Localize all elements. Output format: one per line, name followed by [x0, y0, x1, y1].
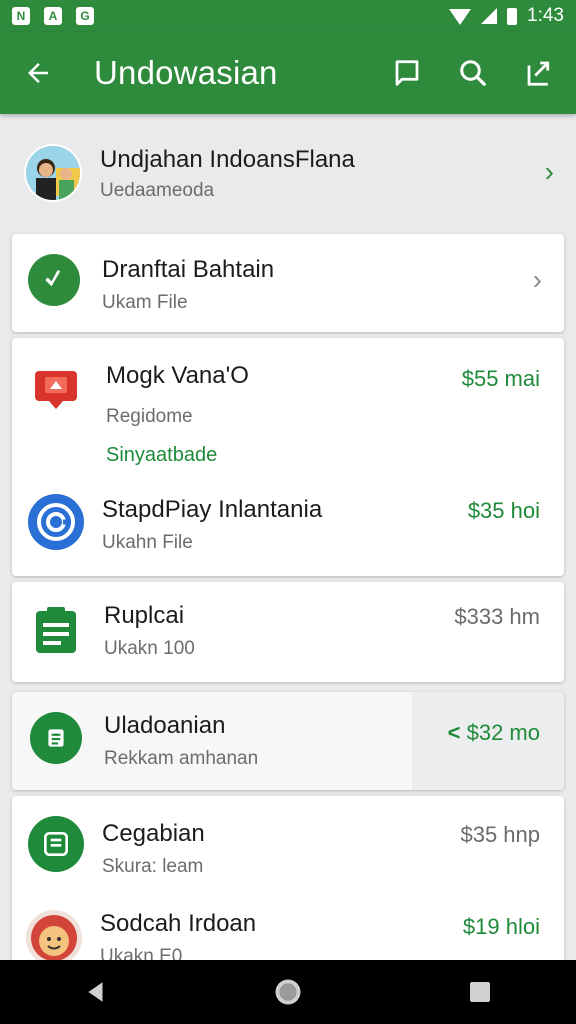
item-price-group: < $32 mo [448, 720, 540, 746]
notes-icon [28, 816, 84, 872]
featured-title: Undjahan IndoansFlana [100, 146, 355, 173]
avatar-face-icon [26, 910, 82, 966]
item-title: Mogk Vana'O [106, 362, 249, 389]
list-card: Cegabian Skura: leam $35 hnp Sodcah Irdo… [12, 796, 564, 976]
list-card[interactable]: Dranftai Bahtain Ukam File › [12, 234, 564, 332]
list-item[interactable]: StapdPiay Inlantania Ukahn File $35 hoi [12, 494, 564, 554]
list-card-selected[interactable]: Uladoanian Rekkam amhanan < $32 mo [12, 692, 564, 790]
back-triangle-icon [88, 982, 103, 1002]
item-price: $19 hloi [462, 914, 540, 939]
chat-button[interactable] [388, 54, 426, 92]
item-title: Dranftai Bahtain [102, 256, 275, 283]
clock: 1:43 [527, 5, 564, 26]
system-nav-bar [0, 960, 576, 1024]
list-item[interactable]: Mogk Vana'O Regidome Sinyaatbade $55 mai [12, 360, 564, 467]
item-price: $55 mai [461, 366, 540, 391]
search-button[interactable] [454, 54, 492, 92]
chat-icon [395, 60, 419, 86]
notification-a-icon: A [44, 7, 62, 25]
download-icon [28, 254, 80, 306]
chevron-right-icon: › [544, 156, 554, 187]
share-button[interactable] [520, 54, 558, 92]
featured-row[interactable]: Undjahan IndoansFlana Uedaameoda › [0, 118, 576, 228]
item-subtitle: Rekkam amhanan [104, 748, 259, 769]
item-subtitle: Skura: leam [102, 856, 204, 877]
system-indicators: 1:43 [449, 5, 564, 27]
item-subtitle: Ukakn 100 [104, 638, 195, 659]
play-store-icon [28, 494, 84, 550]
search-icon [460, 60, 486, 86]
list-item[interactable]: Cegabian Skura: leam $35 hnp [12, 816, 564, 878]
item-subtitle: Ukahn File [102, 532, 193, 553]
app-bar: Undowasian [0, 32, 576, 114]
home-circle-icon [275, 979, 301, 1005]
app-bar-actions [388, 54, 558, 92]
recents-square-icon [470, 982, 490, 1002]
item-price: $35 hnp [460, 822, 540, 847]
status-bar: N A G 1:43 [0, 0, 576, 32]
nav-back-button[interactable] [72, 968, 120, 1016]
battery-icon [507, 7, 518, 25]
item-title: StapdPiay Inlantania [102, 496, 323, 523]
item-title: Uladoanian [104, 712, 226, 739]
item-link[interactable]: Sinyaatbade [106, 444, 249, 467]
back-button[interactable] [18, 53, 58, 93]
item-subtitle: Ukam File [102, 292, 188, 313]
nav-recents-button[interactable] [456, 968, 504, 1016]
item-title: Ruplcai [104, 602, 185, 629]
list-item[interactable]: Uladoanian Rekkam amhanan < $32 mo [12, 712, 564, 770]
clipboard-icon [30, 602, 82, 658]
signal-icon [481, 8, 498, 24]
item-price: $32 mo [466, 720, 540, 745]
notification-n-icon: N [12, 7, 30, 25]
media-icon [28, 360, 84, 416]
item-subtitle: Regidome [106, 406, 193, 427]
chevron-left-icon: < [447, 720, 461, 745]
nav-home-button[interactable] [264, 968, 312, 1016]
wifi-icon [449, 9, 472, 25]
item-price: $35 hoi [467, 498, 540, 523]
list-card[interactable]: Ruplcai Ukakn 100 $333 hm [12, 582, 564, 682]
profile-avatar [24, 144, 82, 202]
document-icon [30, 712, 82, 764]
notification-g-icon: G [76, 7, 94, 25]
item-title: Cegabian [102, 820, 205, 847]
page-title: Undowasian [94, 54, 278, 91]
notification-icons: N A G [12, 7, 94, 25]
item-price: $333 hm [454, 604, 540, 629]
list-item[interactable]: Dranftai Bahtain Ukam File › [12, 254, 564, 314]
chevron-right-icon: › [532, 264, 542, 295]
share-icon [527, 61, 550, 86]
arrow-back-icon [28, 63, 48, 83]
item-title: Sodcah Irdoan [100, 910, 257, 937]
list-card: Mogk Vana'O Regidome Sinyaatbade $55 mai… [12, 338, 564, 576]
list-item[interactable]: Ruplcai Ukakn 100 $333 hm [12, 602, 564, 660]
featured-subtitle: Uedaameoda [100, 180, 215, 201]
